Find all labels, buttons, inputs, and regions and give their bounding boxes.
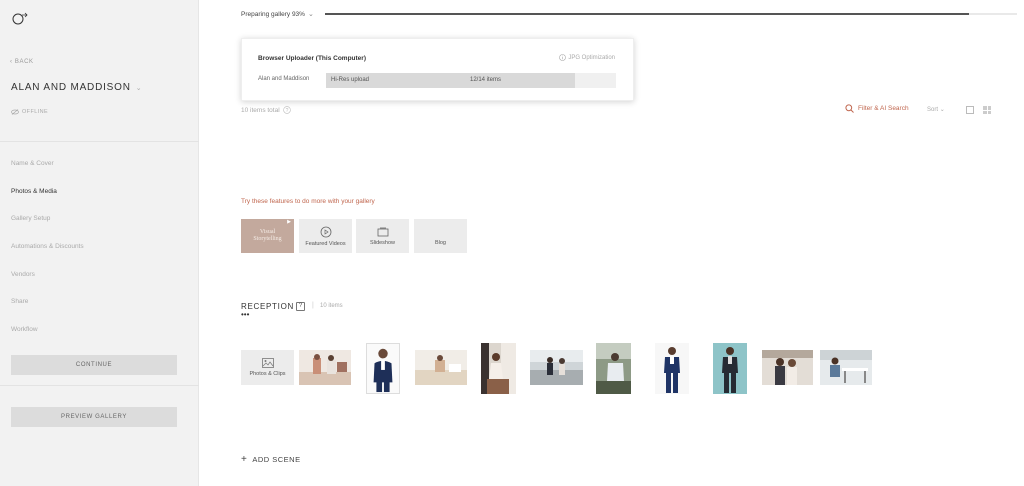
filter-label: Filter & AI Search [858,105,909,112]
uploader-title: Browser Uploader (This Computer) [258,55,366,62]
items-total: 10 items total ? [241,106,291,114]
upload-count: 12/14 items [470,77,502,83]
features-heading: Try these features to do more with your … [241,198,375,205]
plus-icon: + [241,454,248,465]
info-circle-icon [559,54,567,61]
add-scene-button[interactable]: + ADD SCENE [241,454,301,465]
preparing-gallery-toggle[interactable]: Preparing gallery 93% ⌄ [241,10,314,19]
help-icon[interactable]: ? [282,106,291,114]
gallery-progress-fill [325,13,969,15]
featured-videos-label: Featured Videos [305,240,346,247]
sidebar: ‹ BACK ALAN AND MADDISON ⌄ OFFLINE Name … [0,0,199,486]
nav-workflow[interactable]: Workflow [11,326,38,333]
nav-share[interactable]: Share [11,298,28,305]
photo-thumbnail[interactable] [713,343,747,394]
small-grid-view-icon[interactable] [983,106,991,114]
more-options-icon[interactable]: ••• [241,310,249,319]
gallery-title[interactable]: ALAN AND MADDISON ⌄ [11,82,142,93]
jpg-optimization[interactable]: JPG Optimization [559,54,615,61]
blog-label: Blog [434,239,446,246]
play-icon: ▶ [287,220,291,225]
uploader-popup: Browser Uploader (This Computer) JPG Opt… [241,38,634,101]
back-link[interactable]: ‹ BACK [10,59,34,65]
scene-info-icon[interactable]: ? [296,302,305,311]
nav-vendors[interactable]: Vendors [11,271,35,278]
eye-off-icon [11,109,19,115]
jpg-optimization-label: JPG Optimization [568,54,615,61]
large-grid-view-icon[interactable] [966,106,974,114]
photo-thumbnail[interactable] [820,350,872,385]
scene-item-count: 10 items [320,303,343,309]
gallery-progress-bar [325,13,1017,15]
main-content: Preparing gallery 93% ⌄ Browser Uploader… [200,0,1024,486]
photos-clips-label: Photos & Clips [249,371,286,377]
photo-thumbnail[interactable] [596,343,631,394]
scene-separator: | [312,302,314,309]
offline-status: OFFLINE [11,109,48,115]
nav-photos-media[interactable]: Photos & Media [11,188,57,195]
slideshow-icon [377,227,388,236]
sort-dropdown[interactable]: Sort ⌄ [927,106,945,113]
photo-thumbnail[interactable] [366,343,400,394]
slideshow-tile[interactable]: Slideshow [356,219,409,253]
blog-tile[interactable]: Blog [414,219,467,253]
offline-label: OFFLINE [22,109,49,115]
add-scene-label: ADD SCENE [252,455,301,464]
photo-thumbnail[interactable] [530,350,583,385]
featured-videos-tile[interactable]: Featured Videos [299,219,352,253]
filter-ai-search-button[interactable]: Filter & AI Search [845,104,909,113]
svg-text:?: ? [285,108,288,114]
nav-name-cover[interactable]: Name & Cover [11,160,54,167]
play-circle-icon [320,226,331,237]
upload-gallery-name: Alan and Maddison [258,76,310,82]
visual-storytelling-tile[interactable]: ▶ Visual Storytelling [241,219,294,253]
sidebar-divider [0,141,199,142]
continue-button[interactable]: CONTINUE [11,355,177,375]
upload-type-label: Hi-Res upload [331,77,370,83]
chevron-down-icon: ⌄ [307,11,314,18]
photos-clips-tile[interactable]: Photos & Clips [241,350,294,385]
preview-gallery-button[interactable]: PREVIEW GALLERY [11,407,177,427]
chevron-down-icon: ⌄ [135,84,143,92]
visual-storytelling-label: Visual Storytelling [253,228,282,243]
photo-thumbnail[interactable] [655,343,689,394]
upload-progress-bar: Hi-Res upload 12/14 items [326,73,616,88]
gallery-name: ALAN AND MADDISON [11,82,131,93]
image-icon [261,358,274,368]
sort-label: Sort [927,107,939,113]
photo-thumbnail[interactable] [415,350,467,385]
nav-automations-discounts[interactable]: Automations & Discounts [11,243,84,250]
sidebar-divider [0,385,199,386]
photo-thumbnail[interactable] [299,350,351,385]
search-icon [845,104,854,113]
photo-thumbnail[interactable] [481,343,516,394]
brand-logo-icon[interactable] [11,11,29,25]
preparing-label: Preparing gallery 93% [241,10,305,18]
chevron-down-icon: ⌄ [939,107,945,113]
slideshow-label: Slideshow [369,239,396,246]
photo-thumbnail[interactable] [762,350,813,385]
items-total-label: 10 items total [241,106,280,114]
nav-gallery-setup[interactable]: Gallery Setup [11,215,50,222]
